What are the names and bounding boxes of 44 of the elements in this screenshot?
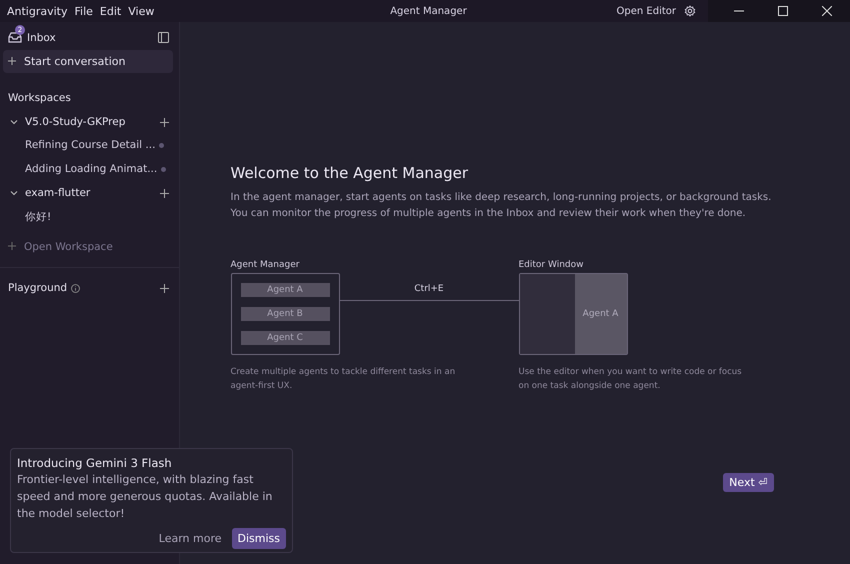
inbox-label[interactable]: Inbox <box>27 32 158 44</box>
agent-block: Agent A <box>574 274 626 354</box>
dismiss-button[interactable]: Dismiss <box>232 528 286 549</box>
toast-text: Frontier-level intelligence, with blazing fast speed and more generous quotas. Available in the model selector! <box>17 472 274 522</box>
maximize-icon[interactable] <box>778 6 788 16</box>
section-heading: Workspaces <box>7 91 72 106</box>
diagram-label: Editor Window <box>518 260 584 270</box>
info-icon <box>71 284 80 292</box>
start-conversation-button[interactable]: Start conversation <box>3 50 173 73</box>
menu-item[interactable]: File <box>74 4 93 18</box>
playground-item[interactable]: Playground <box>8 282 68 294</box>
window-title: Agent Manager <box>389 6 468 16</box>
plus-icon <box>8 57 16 65</box>
diagram-label: Agent Manager <box>230 260 300 270</box>
welcome-title: Welcome to the Agent Manager <box>230 164 470 182</box>
conversation-item[interactable]: 你好! <box>25 210 163 224</box>
sidebar-toggle-icon[interactable] <box>158 32 169 43</box>
next-button[interactable]: Next ⏎ <box>723 473 774 492</box>
agent-block: Agent B <box>240 307 330 321</box>
menu-item[interactable]: View <box>128 4 154 18</box>
conversation-item[interactable]: Adding Loading Animat... <box>25 163 158 175</box>
workspace-item[interactable]: exam-flutter <box>25 187 153 199</box>
diagram-caption: Use the editor when you want to write code or focus on one task alongside one agent. <box>518 366 743 393</box>
menu-item[interactable]: Antigravity <box>7 4 68 18</box>
plus-icon <box>8 242 16 250</box>
open-editor-link[interactable]: Open Editor <box>616 6 676 16</box>
close-icon[interactable] <box>822 6 832 16</box>
agent-block: Agent A <box>240 283 330 297</box>
open-workspace-button[interactable]: Open Workspace <box>0 230 179 267</box>
learn-more-button[interactable]: Learn more <box>154 528 226 549</box>
settings-icon[interactable] <box>684 5 696 17</box>
welcome-text: In the agent manager, start agents on tasks like deep research, long-running projects, or background tasks. You can monitor the progress of multiple agents in the Inbox and review their work when they're done. <box>230 191 772 221</box>
toast-title: Introducing Gemini 3 Flash <box>17 456 173 470</box>
menu-item[interactable]: Edit <box>100 4 122 18</box>
workspace-item[interactable]: V5.0-Study-GKPrep <box>25 116 153 128</box>
conversation-item[interactable]: Refining Course Detail ... <box>25 139 156 151</box>
add-icon[interactable] <box>160 188 169 198</box>
agent-block: Agent C <box>240 331 330 345</box>
diagram-caption: Create multiple agents to tackle different tasks in an agent-first UX. <box>230 366 456 393</box>
chevron-icon[interactable] <box>10 189 18 197</box>
add-icon[interactable] <box>160 284 169 292</box>
shortcut-label: Ctrl+E <box>414 284 444 294</box>
chevron-icon[interactable] <box>10 118 18 126</box>
add-icon[interactable] <box>160 118 169 126</box>
